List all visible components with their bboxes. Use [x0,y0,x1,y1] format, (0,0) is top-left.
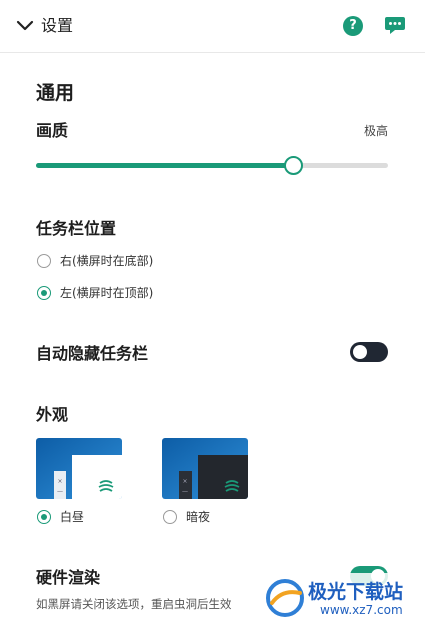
hardware-render-note: 如黑屏请关闭该选项，重启虫洞后生效 [36,597,232,611]
quality-value-label: 极高 [364,124,389,138]
settings-header: 设置 ? [0,0,425,53]
svg-text:—: — [57,488,63,495]
radio-label: 暗夜 [186,510,211,524]
radio-indicator[interactable] [37,510,51,524]
settings-title: 设置 [41,16,74,35]
site-watermark: 极光下载站 www.xz7.com [262,573,422,623]
radio-theme-light[interactable]: 白昼 [37,510,84,524]
radio-label: 白昼 [60,510,85,524]
radio-indicator[interactable] [163,510,177,524]
auto-hide-label: 自动隐藏任务栏 [36,344,149,363]
quality-slider[interactable] [36,155,388,177]
toggle-knob [353,345,367,359]
radio-indicator[interactable] [37,286,51,300]
theme-dark-preview[interactable]: × — [162,438,248,499]
radio-theme-dark[interactable]: 暗夜 [163,510,210,524]
svg-text:×: × [182,478,187,485]
radio-label: 左(横屏时在顶部) [60,286,154,300]
auto-hide-toggle[interactable] [350,342,388,362]
watermark-url: www.xz7.com [320,603,403,617]
help-icon[interactable]: ? [343,16,363,36]
watermark-logo-icon [266,579,304,617]
chevron-down-icon[interactable] [16,17,34,35]
radio-indicator[interactable] [37,254,51,268]
slider-fill [36,163,293,168]
slider-handle[interactable] [283,156,303,175]
section-general-title: 通用 [36,82,75,104]
taskbar-position-title: 任务栏位置 [36,219,117,238]
radio-taskbar-left[interactable]: 左(横屏时在顶部) [37,286,153,300]
watermark-text: 极光下载站 [308,581,404,603]
feedback-chat-icon[interactable] [384,14,406,36]
quality-label: 画质 [36,121,69,140]
hardware-render-label: 硬件渲染 [36,568,101,587]
radio-label: 右(横屏时在底部) [60,254,154,268]
svg-text:×: × [57,478,62,485]
appearance-title: 外观 [36,405,69,424]
theme-light-preview[interactable]: × — [36,438,122,499]
radio-taskbar-right[interactable]: 右(横屏时在底部) [37,254,153,268]
svg-text:—: — [182,488,188,495]
